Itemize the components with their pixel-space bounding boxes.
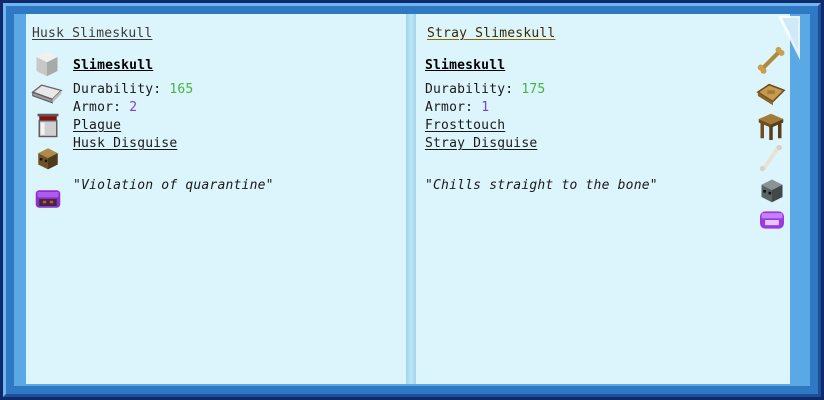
purple-slime-icon xyxy=(760,211,784,229)
stray-head-icon xyxy=(761,179,783,203)
purple-slime-icon xyxy=(35,190,61,208)
page-title-husk[interactable]: Husk Slimeskull xyxy=(32,26,152,41)
durability-label: Durability: xyxy=(425,82,514,97)
disguise-link[interactable]: Stray Disguise xyxy=(425,136,537,151)
item-name: Slimeskull xyxy=(425,58,506,73)
armor-value: 2 xyxy=(129,100,138,115)
item-name: Slimeskull xyxy=(73,58,154,73)
quote-text: "Violation of quarantine" xyxy=(73,178,274,193)
iron-ingot-icon xyxy=(31,84,63,104)
durability-value: 175 xyxy=(521,82,546,97)
iron-block-icon xyxy=(36,51,58,77)
bucket-icon xyxy=(37,113,59,138)
armor-label: Armor: xyxy=(425,100,474,115)
table-icon xyxy=(758,113,784,140)
armor-value: 1 xyxy=(481,100,490,115)
ability-link[interactable]: Frosttouch xyxy=(425,118,505,133)
page-title-stray[interactable]: Stray Slimeskull xyxy=(427,26,555,41)
right-page: Stray Slimeskull Slimeskull Durability: … xyxy=(416,14,790,384)
left-page: Husk Slimeskull Slimeskull Durability: 1… xyxy=(26,14,406,384)
husk-head-icon xyxy=(38,148,58,170)
leather-icon xyxy=(756,83,786,106)
durability-value: 165 xyxy=(169,82,194,97)
ability-link[interactable]: Plague xyxy=(73,118,121,133)
bone-stick-icon xyxy=(759,144,782,172)
guide-book: Husk Slimeskull Slimeskull Durability: 1… xyxy=(0,0,824,400)
book-spine xyxy=(406,14,416,384)
quote-text: "Chills straight to the bone" xyxy=(425,178,658,193)
page-curl-corner[interactable] xyxy=(778,16,800,60)
armor-label: Armor: xyxy=(73,100,122,115)
durability-label: Durability: xyxy=(73,82,162,97)
disguise-link[interactable]: Husk Disguise xyxy=(73,136,177,151)
